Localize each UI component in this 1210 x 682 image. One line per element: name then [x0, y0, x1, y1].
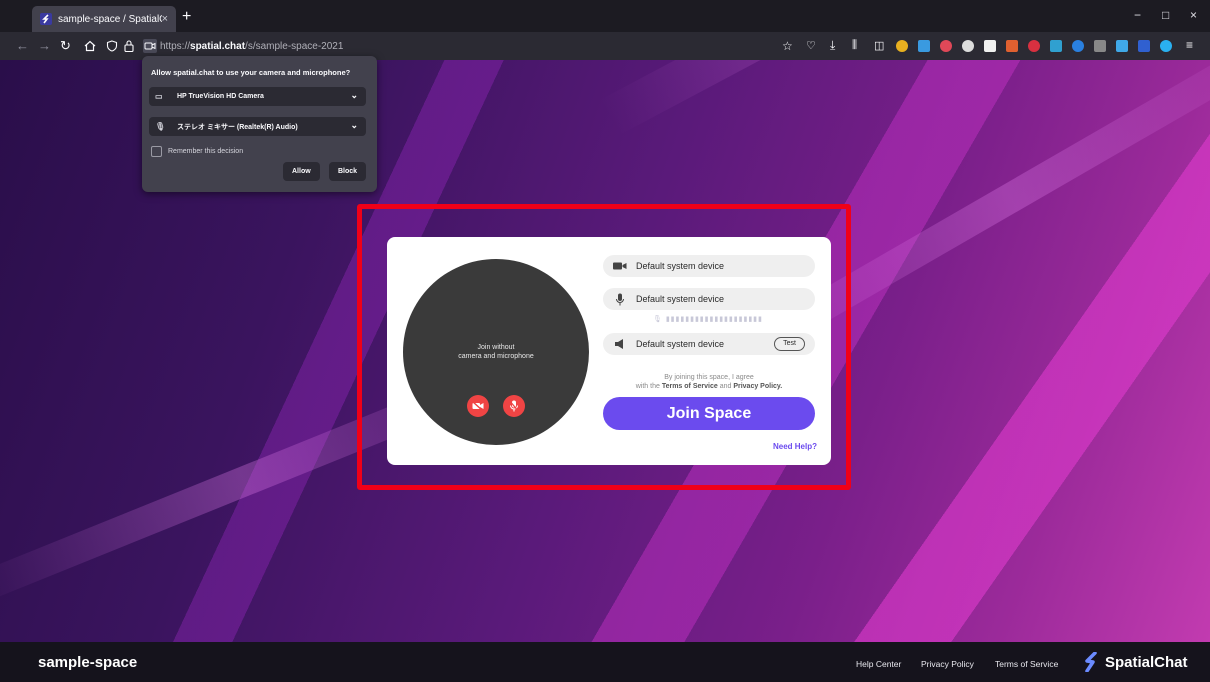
extension-1-icon[interactable] — [896, 40, 908, 52]
need-help-link[interactable]: Need Help? — [773, 442, 817, 451]
back-icon[interactable]: ← — [16, 38, 29, 53]
mic-device-label: Default system device — [636, 294, 725, 304]
close-window-icon[interactable]: × — [1190, 8, 1197, 22]
mic-level-meter: 🎙︎ ▮▮▮▮▮▮▮▮▮▮▮▮▮▮▮▮▮▮▮▮ — [653, 316, 763, 323]
brand-name: SpatialChat — [1105, 653, 1188, 671]
maximize-icon[interactable]: □ — [1162, 8, 1169, 22]
spatialchat-favicon-icon — [40, 13, 52, 25]
library-icon[interactable]: ⫼ — [852, 39, 857, 52]
preview-text-line1: Join without — [477, 344, 515, 351]
browser-tab-bar: sample-space / SpatialChat × + − □ × — [0, 0, 1210, 32]
video-preview: Join without camera and microphone — [403, 259, 589, 445]
pocket-icon[interactable]: ♡ — [806, 39, 816, 52]
sidebar-icon[interactable]: ◫ — [874, 39, 884, 52]
extension-9-icon[interactable] — [1072, 40, 1084, 52]
new-tab-icon[interactable]: + — [182, 8, 191, 26]
camera-off-icon — [472, 401, 484, 411]
tab-title: sample-space / SpatialChat — [58, 13, 162, 25]
allow-button[interactable]: Allow — [283, 162, 320, 181]
speaker-device-label: Default system device — [636, 339, 725, 349]
menu-icon[interactable]: ≡ — [1186, 38, 1193, 52]
downloads-icon[interactable]: ⤓ — [830, 38, 835, 53]
reload-icon[interactable]: ↻ — [60, 38, 71, 54]
extension-7-icon[interactable] — [1028, 40, 1040, 52]
extension-4-icon[interactable] — [962, 40, 974, 52]
shield-icon[interactable] — [106, 40, 118, 52]
join-space-button[interactable]: Join Space — [603, 397, 815, 430]
home-icon[interactable] — [84, 40, 96, 52]
chevron-down-icon: ⌄ — [350, 90, 358, 100]
spatialchat-logo[interactable]: SpatialChat — [1083, 652, 1188, 672]
lock-icon[interactable] — [124, 40, 134, 52]
terms-of-service-link[interactable]: Terms of Service — [662, 383, 718, 390]
spatialchat-logo-icon — [1085, 652, 1097, 672]
speaker-select[interactable]: Default system device Test — [603, 333, 815, 355]
url-host: spatial.chat — [190, 40, 246, 52]
browser-tab[interactable]: sample-space / SpatialChat × — [32, 6, 176, 32]
extension-2-icon[interactable] — [918, 40, 930, 52]
mic-off-button[interactable] — [503, 395, 525, 417]
terms-agreement-text: By joining this space, I agree with the … — [603, 373, 815, 391]
agree-line1: By joining this space, I agree — [664, 374, 754, 381]
microphone-icon — [613, 292, 627, 306]
camera-select[interactable]: Default system device — [603, 255, 815, 277]
extension-6-icon[interactable] — [1006, 40, 1018, 52]
camera-icon: ▭ — [155, 92, 163, 101]
url-bar[interactable]: https://spatial.chat/s/sample-space-2021 — [160, 36, 800, 56]
forward-icon[interactable]: → — [38, 38, 51, 53]
extension-12-icon[interactable] — [1138, 40, 1150, 52]
terms-of-service-footer-link[interactable]: Terms of Service — [995, 659, 1058, 669]
camera-permission-icon[interactable] — [143, 39, 157, 53]
video-camera-icon — [613, 259, 627, 273]
mic-off-icon — [509, 400, 519, 412]
extension-5-icon[interactable] — [984, 40, 996, 52]
preview-text-line2: camera and microphone — [458, 353, 534, 360]
block-button[interactable]: Block — [329, 162, 367, 181]
remember-label: Remember this decision — [168, 148, 244, 155]
footer: sample-space Help Center Privacy Policy … — [0, 642, 1210, 682]
extension-11-icon[interactable] — [1116, 40, 1128, 52]
extension-3-icon[interactable] — [940, 40, 952, 52]
mic-select-value: ステレオ ミキサー (Realtek(R) Audio) — [177, 123, 298, 131]
space-name: sample-space — [38, 654, 138, 671]
remember-decision[interactable]: Remember this decision — [151, 146, 243, 157]
url-prefix: https:// — [160, 40, 191, 52]
agree-and: and — [719, 383, 732, 390]
chevron-down-icon: ⌄ — [350, 120, 358, 130]
url-path: /s/sample-space-2021 — [245, 40, 344, 52]
privacy-policy-footer-link[interactable]: Privacy Policy — [921, 659, 974, 669]
help-center-link[interactable]: Help Center — [856, 659, 901, 669]
microphone-icon: 🎙︎ — [155, 122, 166, 131]
bookmark-star-icon[interactable]: ☆ — [782, 39, 793, 53]
camera-select-value: HP TrueVision HD Camera — [177, 93, 264, 100]
permission-title: Allow spatial.chat to use your camera an… — [151, 68, 351, 77]
microphone-select[interactable]: Default system device — [603, 288, 815, 310]
extension-8-icon[interactable] — [1050, 40, 1062, 52]
permission-popup: Allow spatial.chat to use your camera an… — [142, 56, 377, 192]
speaker-icon — [613, 337, 627, 351]
agree-prefix: with the — [635, 383, 660, 390]
remember-checkbox[interactable] — [151, 146, 162, 157]
minimize-icon[interactable]: − — [1134, 8, 1141, 22]
extension-13-icon[interactable] — [1160, 40, 1172, 52]
extension-10-icon[interactable] — [1094, 40, 1106, 52]
join-card: Join without camera and microphone Defau… — [387, 237, 831, 465]
camera-permission-select[interactable]: ▭ HP TrueVision HD Camera ⌄ — [149, 87, 366, 106]
privacy-policy-link[interactable]: Privacy Policy. — [733, 383, 782, 390]
test-speaker-button[interactable]: Test — [774, 337, 805, 351]
tab-close-icon[interactable]: × — [162, 13, 168, 25]
camera-off-button[interactable] — [467, 395, 489, 417]
camera-device-label: Default system device — [636, 261, 725, 271]
microphone-permission-select[interactable]: 🎙︎ ステレオ ミキサー (Realtek(R) Audio) ⌄ — [149, 117, 366, 136]
